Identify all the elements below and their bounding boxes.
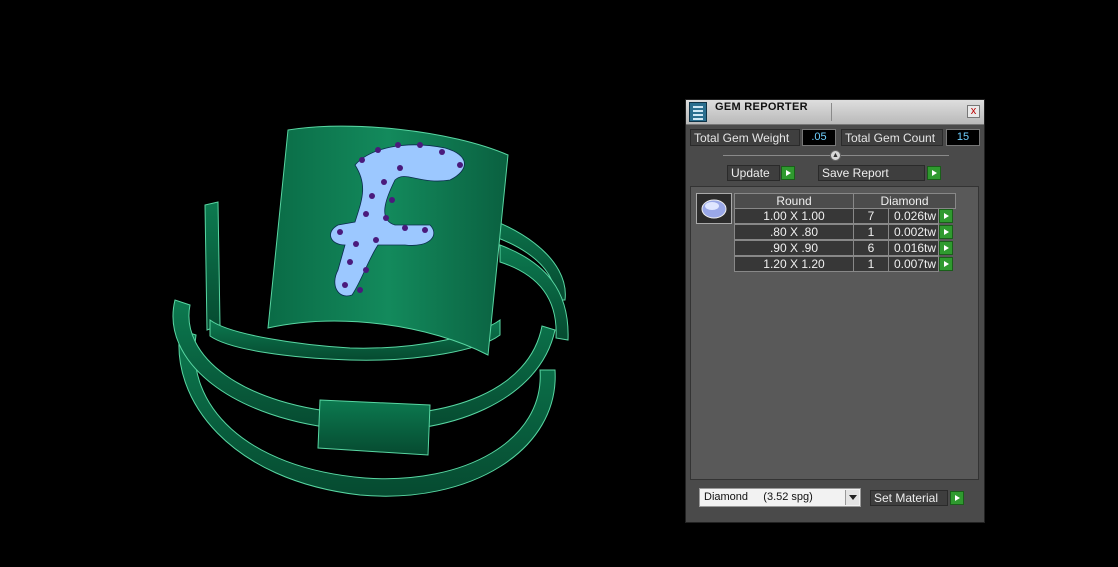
row-go-icon[interactable]: [939, 257, 953, 271]
gem-count: 1: [853, 256, 889, 272]
gem-weight: 0.026tw: [888, 208, 939, 224]
ring-model[interactable]: [0, 0, 680, 567]
set-material-button[interactable]: Set Material: [870, 490, 948, 506]
save-report-button[interactable]: Save Report: [818, 165, 925, 181]
gem-reporter-app-icon: [689, 102, 707, 122]
total-gem-weight-value: .05: [802, 129, 836, 146]
set-material-go-icon[interactable]: [950, 491, 964, 505]
gem-size: 1.20 X 1.20: [734, 256, 854, 272]
round-diamond-thumbnail-icon[interactable]: [696, 193, 732, 224]
chevron-down-icon[interactable]: [845, 490, 859, 505]
gem-weight: 0.002tw: [888, 224, 939, 240]
title-separator: [831, 103, 832, 121]
header-round: Round: [734, 193, 854, 209]
collapse-knob-icon[interactable]: ▲: [830, 150, 841, 161]
header-diamond: Diamond: [853, 193, 956, 209]
save-report-button-label: Save Report: [822, 166, 889, 180]
update-go-icon[interactable]: [781, 166, 795, 180]
gem-size: .90 X .90: [734, 240, 854, 256]
total-gem-count-label: Total Gem Count: [841, 129, 943, 146]
row-go-icon[interactable]: [939, 241, 953, 255]
ring-left-post: [204, 201, 221, 331]
gem-weight: 0.016tw: [888, 240, 939, 256]
gem-count: 1: [853, 224, 889, 240]
row-go-icon[interactable]: [939, 209, 953, 223]
gem-size: .80 X .80: [734, 224, 854, 240]
panel-titlebar[interactable]: GEM REPORTER x: [686, 100, 984, 125]
save-report-go-icon[interactable]: [927, 166, 941, 180]
update-button[interactable]: Update: [727, 165, 780, 181]
gem-weight: 0.007tw: [888, 256, 939, 272]
close-button[interactable]: x: [967, 105, 980, 118]
gem-list[interactable]: Round Diamond 1.00 X 1.00 7 0.026tw .80 …: [690, 186, 979, 480]
total-gem-weight-label: Total Gem Weight: [690, 129, 800, 146]
gem-reporter-panel: GEM REPORTER x Total Gem Weight .05 Tota…: [685, 99, 985, 523]
gem-count: 6: [853, 240, 889, 256]
set-material-button-label: Set Material: [874, 491, 939, 505]
material-select[interactable]: Diamond (3.52 spg): [699, 488, 861, 507]
material-select-value: Diamond (3.52 spg): [704, 491, 813, 503]
ring-band-back: [499, 244, 569, 341]
update-button-label: Update: [731, 166, 770, 180]
total-gem-count-value: 15: [946, 129, 980, 146]
panel-title: GEM REPORTER: [715, 101, 808, 113]
3d-viewport[interactable]: [0, 0, 680, 567]
gem-count: 7: [853, 208, 889, 224]
row-go-icon[interactable]: [939, 225, 953, 239]
gem-size: 1.00 X 1.00: [734, 208, 854, 224]
ring-connector: [317, 399, 431, 456]
